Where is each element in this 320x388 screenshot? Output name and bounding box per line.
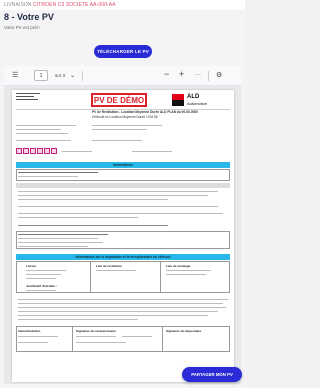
ellipsis-icon[interactable]: ···	[195, 72, 201, 78]
text-line	[16, 125, 76, 126]
col-restitution: Lieu de restitution	[96, 264, 123, 268]
text-line	[26, 278, 56, 279]
pv-title: PV de Restitution - Location Moyenne Dur…	[92, 110, 198, 114]
plate-label: Immatriculation	[18, 329, 41, 333]
plate-box	[51, 148, 57, 154]
text-line	[18, 311, 218, 312]
download-pv-button[interactable]: TÉLÉCHARGER LE PV	[94, 45, 152, 58]
text-line	[26, 274, 61, 275]
toggle-icon[interactable]: ⌄	[70, 72, 75, 79]
text-line	[26, 290, 56, 291]
text-line	[92, 140, 142, 141]
text-line	[92, 125, 162, 126]
top-bar: LIVRAISON CITROEN C3 SOCIETE AA-000-AA	[0, 0, 245, 10]
text-line	[18, 176, 78, 177]
vehicle-band: Informations sur le dépositaire et la ré…	[16, 254, 230, 260]
text-line	[16, 140, 71, 141]
text-line	[18, 191, 218, 192]
text-line	[18, 199, 168, 200]
text-line	[92, 129, 147, 130]
col-stockage: Lieu de stockage	[166, 264, 191, 268]
plate-box	[23, 148, 29, 154]
table-divider	[162, 326, 163, 352]
logo-line	[16, 93, 40, 94]
text-line	[18, 242, 103, 243]
logo-line	[16, 96, 34, 97]
text-line	[18, 315, 208, 316]
text-line	[18, 213, 223, 214]
text-line	[16, 129, 61, 130]
demo-stamp: PV DE DÉMO	[91, 93, 147, 107]
table-divider	[160, 261, 161, 293]
justif-label: Justificatif d'identité :	[26, 284, 57, 288]
page-total: sur 3	[55, 73, 66, 78]
section-band	[16, 183, 230, 188]
text-line	[96, 270, 136, 271]
text-line	[18, 307, 226, 308]
text-line	[16, 133, 68, 134]
text-line	[26, 270, 66, 271]
delivery-line: LIVRAISON CITROEN C3 SOCIETE AA-000-AA	[4, 2, 116, 8]
gear-icon[interactable]: ⚙	[216, 71, 222, 79]
pdf-toolbar: ☰ 1 sur 3 ⌄ − + ··· ⚙	[4, 66, 241, 86]
pdf-page: PV DE DÉMO ALD Automotive PV de Restitut…	[12, 90, 234, 382]
text-line	[18, 303, 223, 304]
plate-boxes	[16, 148, 57, 154]
parties-table	[16, 261, 230, 293]
sig-receiver: Signature du réceptionnaire	[76, 329, 116, 333]
document-area[interactable]: PV DE DÉMO ALD Automotive PV de Restitut…	[4, 86, 241, 384]
toolbar-divider-2	[208, 71, 209, 81]
toolbar-divider	[82, 71, 83, 81]
minus-icon[interactable]: −	[164, 69, 169, 79]
text-line	[18, 238, 98, 239]
table-divider	[90, 261, 91, 293]
text-line	[18, 319, 138, 320]
pv-subtitle: Véhicule en Location Moyenne Durée 1234 …	[92, 115, 158, 119]
page-title: 8 - Votre PV	[4, 12, 54, 22]
hamburger-icon[interactable]: ☰	[12, 71, 18, 79]
text-line	[18, 336, 58, 337]
plate-box	[16, 148, 22, 154]
ald-logo-icon	[172, 94, 184, 106]
ald-brand: ALD	[187, 94, 200, 100]
text-line	[76, 336, 116, 337]
col-livreur: Livreur	[26, 264, 37, 268]
app-root: LIVRAISON CITROEN C3 SOCIETE AA-000-AA 8…	[0, 0, 245, 388]
text-line	[18, 299, 228, 300]
text-line	[76, 342, 126, 343]
vehicle-name: CITROEN C3 SOCIETE AA-000-AA	[33, 2, 116, 8]
text-line	[18, 225, 168, 226]
logo-line	[16, 99, 38, 100]
plate-box	[37, 148, 43, 154]
share-pv-button[interactable]: PARTAGER MON PV	[182, 367, 242, 382]
text-line	[18, 195, 208, 196]
info-box	[16, 169, 230, 181]
text-line	[122, 336, 152, 337]
plus-icon[interactable]: +	[179, 69, 184, 79]
text-line	[18, 206, 218, 207]
page-subtitle: Votre PV est prêt !	[4, 25, 41, 30]
company-logo	[16, 92, 42, 101]
plate-box	[44, 148, 50, 154]
delivery-prefix: LIVRAISON	[4, 2, 32, 8]
text-line	[18, 342, 48, 343]
text-line	[18, 234, 108, 235]
text-line	[18, 172, 98, 173]
pdf-viewer: ☰ 1 sur 3 ⌄ − + ··· ⚙ PV DE DÉMO ALD Aut…	[4, 66, 241, 384]
page-number-input[interactable]: 1	[34, 70, 48, 81]
text-line	[166, 270, 211, 271]
text-line	[132, 151, 172, 152]
plate-box	[30, 148, 36, 154]
sig-depositor: Signature du dépositaire	[166, 329, 202, 333]
info-band: Informations	[16, 162, 230, 168]
table-divider	[72, 326, 73, 352]
text-line	[166, 274, 206, 275]
text-line	[18, 217, 138, 218]
text-line	[62, 151, 92, 152]
ald-brand-sub: Automotive	[187, 101, 208, 106]
text-line	[18, 246, 88, 247]
